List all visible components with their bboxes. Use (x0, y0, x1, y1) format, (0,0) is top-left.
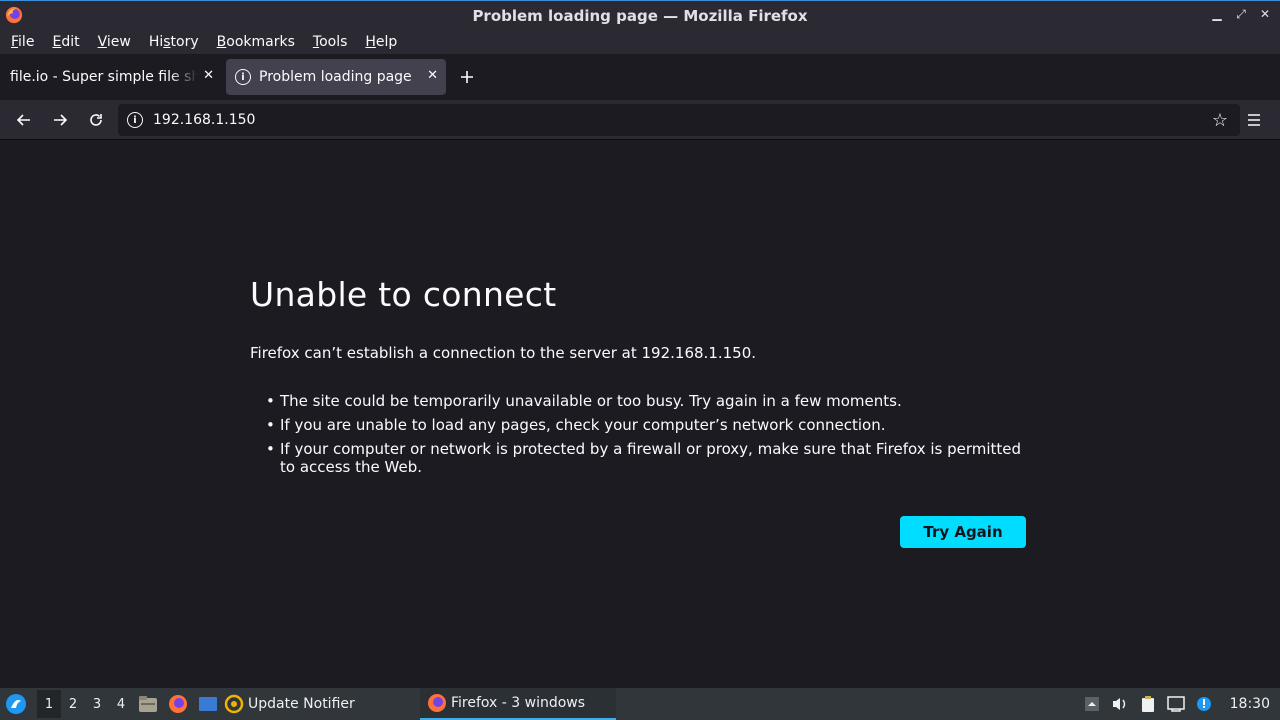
close-tab-icon[interactable]: ✕ (427, 68, 438, 83)
task-label: Firefox - 3 windows (451, 695, 586, 711)
network-icon[interactable] (1166, 694, 1186, 714)
maximize-button[interactable]: ⤢ (1234, 7, 1248, 22)
window-title: Problem loading page — Mozilla Firefox (472, 6, 808, 25)
workspace-4[interactable]: 4 (109, 690, 133, 718)
window-controls: ▁ ⤢ ✕ (1210, 7, 1272, 22)
tab-label: Problem loading page (259, 69, 412, 85)
error-suggestions: The site could be temporarily unavailabl… (266, 392, 1036, 482)
workspace-1[interactable]: 1 (37, 690, 61, 718)
close-button[interactable]: ✕ (1258, 7, 1272, 22)
tab-problem-loading[interactable]: i Problem loading page ✕ (226, 59, 446, 95)
arrow-right-icon (54, 114, 68, 126)
menu-help[interactable]: Help (356, 34, 406, 50)
task-label: Update Notifier (248, 696, 355, 712)
menu-bookmarks[interactable]: Bookmarks (208, 34, 304, 50)
plus-icon (461, 71, 473, 83)
task-firefox[interactable]: Firefox - 3 windows (420, 688, 616, 720)
info-icon: i (235, 69, 251, 85)
firefox-launcher-icon[interactable] (167, 693, 189, 715)
clock[interactable]: 18:30 (1230, 696, 1270, 712)
error-description: Firefox can’t establish a connection to … (250, 344, 757, 362)
back-button[interactable] (8, 104, 40, 136)
workspace-2[interactable]: 2 (61, 690, 85, 718)
tab-label: file.io - Super simple file sharing (10, 69, 198, 85)
system-taskbar: 1 2 3 4 Update Notifier Firefox - 3 wind… (0, 688, 1280, 720)
notification-icon[interactable] (1194, 694, 1214, 714)
workspace-3[interactable]: 3 (85, 690, 109, 718)
url-text[interactable]: 192.168.1.150 (153, 112, 255, 128)
new-tab-button[interactable] (452, 62, 482, 92)
menu-tools[interactable]: Tools (304, 34, 357, 50)
tab-file-io[interactable]: file.io - Super simple file sharing ✕ (0, 59, 222, 95)
volume-icon[interactable] (1110, 694, 1130, 714)
navigation-toolbar: i 192.168.1.150 ☆ (0, 100, 1280, 140)
hamburger-menu-icon (1248, 114, 1260, 126)
tray-expand-icon[interactable] (1082, 694, 1102, 714)
start-menu-icon[interactable] (5, 693, 27, 715)
update-notifier-icon (224, 694, 244, 714)
menu-file[interactable]: File (2, 34, 43, 50)
site-info-icon[interactable]: i (127, 112, 143, 128)
desktop-icon[interactable] (197, 693, 219, 715)
firefox-icon (428, 694, 446, 712)
reload-button[interactable] (80, 104, 112, 136)
app-menu-button[interactable] (1238, 104, 1270, 136)
close-tab-icon[interactable]: ✕ (203, 68, 214, 83)
url-bar[interactable]: i 192.168.1.150 ☆ (118, 104, 1240, 136)
list-item: The site could be temporarily unavailabl… (266, 392, 1036, 410)
try-again-button[interactable]: Try Again (900, 516, 1026, 548)
menu-history[interactable]: History (140, 34, 208, 50)
forward-button[interactable] (44, 104, 76, 136)
minimize-button[interactable]: ▁ (1210, 7, 1224, 22)
arrow-left-icon (16, 114, 30, 126)
menu-edit[interactable]: Edit (43, 34, 88, 50)
firefox-icon (5, 6, 23, 24)
tab-bar: file.io - Super simple file sharing ✕ i … (0, 54, 1280, 100)
list-item: If your computer or network is protected… (266, 440, 1036, 476)
error-title: Unable to connect (250, 275, 557, 314)
bookmark-star-icon[interactable]: ☆ (1212, 110, 1228, 131)
menu-view[interactable]: View (89, 34, 140, 50)
file-manager-icon[interactable] (137, 693, 159, 715)
system-tray: 18:30 (1078, 688, 1280, 720)
list-item: If you are unable to load any pages, che… (266, 416, 1036, 434)
task-update-notifier[interactable]: Update Notifier (224, 688, 355, 720)
clipboard-icon[interactable] (1138, 694, 1158, 714)
error-page: Unable to connect Firefox can’t establis… (0, 141, 1280, 688)
reload-icon (90, 114, 102, 126)
menubar: File Edit View History Bookmarks Tools H… (0, 30, 1280, 54)
window-titlebar: Problem loading page — Mozilla Firefox ▁… (0, 0, 1280, 30)
